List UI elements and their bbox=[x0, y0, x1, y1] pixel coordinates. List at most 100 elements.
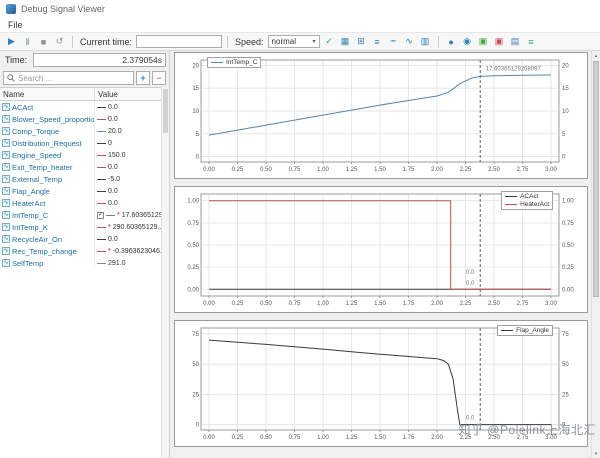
signal-value: 290.60365129... bbox=[112, 223, 161, 231]
tree-row-Blower_Speed_proportion[interactable]: ∿ Blower_Speed_proportion 0.0 bbox=[0, 113, 161, 125]
legend-entry-HeaterAct[interactable]: HeaterAct bbox=[505, 201, 549, 208]
main-area: Time: 2.379054s Search ... + − Name Valu… bbox=[0, 51, 600, 458]
line-style-icon[interactable]: ≡ bbox=[370, 34, 385, 49]
vertical-scrollbar[interactable]: ▴ ▾ bbox=[591, 51, 600, 458]
svg-text:0.50: 0.50 bbox=[260, 301, 272, 307]
speed-select[interactable]: normal ▾ bbox=[267, 35, 320, 48]
svg-text:75: 75 bbox=[192, 332, 199, 338]
signal-value: -5.0 bbox=[108, 175, 121, 183]
legend-entry-IntTemp_C[interactable]: IntTemp_C bbox=[211, 59, 257, 66]
column-header-name[interactable]: Name bbox=[0, 88, 95, 100]
signal-name-cell: ∿ Exit_Temp_heater bbox=[0, 161, 95, 173]
svg-text:0.75: 0.75 bbox=[289, 435, 301, 441]
signal-name-cell: ∿ Distribution_Request bbox=[0, 137, 95, 149]
signal-value: 0.0 bbox=[108, 103, 118, 111]
signal-name-label: Distribution_Request bbox=[12, 138, 82, 148]
pause-icon[interactable]: ‖ bbox=[20, 34, 35, 49]
svg-text:0.0: 0.0 bbox=[466, 270, 475, 276]
modified-star: * bbox=[108, 247, 111, 255]
speed-value: normal bbox=[271, 37, 296, 46]
chart-panel-inttemp: 0.00 0.25 0.50 0.75 1.00 1.25 1.50 1.75 2.00 2.25… bbox=[174, 52, 588, 179]
table-view-icon[interactable]: ▤ bbox=[508, 34, 523, 49]
charts-area: 0.00 0.25 0.50 0.75 1.00 1.25 1.50 1.75 2.00 2.25… bbox=[174, 52, 588, 454]
current-time-input[interactable] bbox=[136, 35, 223, 48]
tree-row-Engine_Speed[interactable]: ∿ Engine_Speed 150.0 bbox=[0, 149, 161, 161]
svg-text:2.00: 2.00 bbox=[431, 167, 443, 173]
dashed-style-icon[interactable]: ┉ bbox=[386, 34, 401, 49]
signal-checkbox[interactable]: ✓ bbox=[97, 211, 104, 219]
wave-style-icon[interactable]: ∿ bbox=[402, 34, 417, 49]
legend-toggle-icon[interactable]: ≡ bbox=[524, 34, 539, 49]
signal-panel: Time: 2.379054s Search ... + − Name Valu… bbox=[0, 51, 170, 458]
tile-view-icon[interactable]: ⊞ bbox=[354, 34, 369, 49]
playback-controls: ▶ ‖ ■ ↺ bbox=[4, 34, 67, 49]
tree-row-IntTemp_K[interactable]: ∿ IntTemp_K * 290.60365129... bbox=[0, 221, 161, 233]
svg-text:0.00: 0.00 bbox=[203, 301, 215, 307]
tree-row-Comp_Torque[interactable]: ∿ Comp_Torque 20.0 bbox=[0, 125, 161, 137]
tree-row-Flap_Angle[interactable]: ∿ Flap_Angle 0.0 bbox=[0, 185, 161, 197]
signal-name-cell: ∿ Comp_Torque bbox=[0, 125, 95, 137]
export-report-icon[interactable]: ▣ bbox=[492, 34, 507, 49]
record-icon[interactable]: ● bbox=[444, 34, 459, 49]
signal-value-cell: 20.0 bbox=[95, 128, 161, 135]
grid-view-icon[interactable]: ▦ bbox=[338, 34, 353, 49]
svg-text:1.25: 1.25 bbox=[346, 435, 358, 441]
column-header-value[interactable]: Value bbox=[95, 88, 161, 100]
tree-scrollbar[interactable] bbox=[161, 87, 169, 458]
svg-text:0.25: 0.25 bbox=[232, 167, 244, 173]
signal-value-cell: 150.0 bbox=[95, 152, 161, 159]
tree-row-External_Temp[interactable]: ∿ External_Temp -5.0 bbox=[0, 173, 161, 185]
chart-plot-inttemp[interactable]: 0.00 0.25 0.50 0.75 1.00 1.25 1.50 1.75 2.00 2.25… bbox=[175, 53, 587, 178]
tree-row-SelfTemp[interactable]: ∿ SelfTemp 291.0 bbox=[0, 257, 161, 269]
restart-icon[interactable]: ↺ bbox=[52, 34, 67, 49]
app-icon bbox=[6, 4, 16, 14]
signal-color-sample bbox=[97, 142, 106, 144]
tree-row-IntTemp_C[interactable]: ∿IntTemp_C✓*17.60365129... bbox=[0, 209, 161, 221]
search-placeholder: Search ... bbox=[18, 73, 53, 83]
tree-scrollbar-thumb[interactable] bbox=[163, 89, 168, 133]
svg-text:0.25: 0.25 bbox=[232, 301, 244, 307]
tree-row-RecycleAir_On[interactable]: ∿ RecycleAir_On 0.0 bbox=[0, 233, 161, 245]
svg-text:5: 5 bbox=[562, 132, 566, 138]
tree-row-Distribution_Request[interactable]: ∿ Distribution_Request 0 bbox=[0, 137, 161, 149]
play-icon[interactable]: ▶ bbox=[4, 34, 19, 49]
tree-row-Rec_Temp_change[interactable]: ∿ Rec_Temp_change * -0.3963623046... bbox=[0, 245, 161, 257]
chart-legend: IntTemp_C bbox=[207, 57, 262, 68]
svg-text:0: 0 bbox=[562, 155, 566, 161]
signal-name-label: HeaterAct bbox=[12, 198, 46, 208]
svg-text:0.75: 0.75 bbox=[187, 221, 199, 227]
svg-text:0.00: 0.00 bbox=[187, 287, 199, 293]
export-image-icon[interactable]: ▣ bbox=[476, 34, 491, 49]
svg-text:2.50: 2.50 bbox=[488, 167, 500, 173]
tree-header: Name Value bbox=[0, 87, 161, 101]
search-input[interactable]: Search ... bbox=[3, 71, 134, 85]
signal-color-sample bbox=[97, 262, 106, 264]
tree-row-Exit_Temp_heater[interactable]: ∿ Exit_Temp_heater 0.0 bbox=[0, 161, 161, 173]
signal-name-cell: ∿ External_Temp bbox=[0, 173, 95, 185]
apply-speed-icon[interactable]: ✓ bbox=[322, 34, 337, 49]
svg-text:1.00: 1.00 bbox=[187, 199, 199, 205]
signal-color-sample bbox=[97, 154, 106, 156]
remove-signal-button[interactable]: − bbox=[152, 71, 166, 85]
time-value-field[interactable]: 2.379054s bbox=[33, 53, 166, 67]
signal-name-label: IntTemp_C bbox=[12, 210, 49, 220]
scrollbar-thumb[interactable] bbox=[593, 61, 599, 298]
stop-icon[interactable]: ■ bbox=[36, 34, 51, 49]
svg-text:1.00: 1.00 bbox=[317, 301, 329, 307]
signal-name-label: Exit_Temp_heater bbox=[12, 162, 73, 172]
scroll-down-icon[interactable]: ▾ bbox=[592, 449, 600, 458]
add-signal-button[interactable]: + bbox=[136, 71, 150, 85]
tree-row-ACAct[interactable]: ∿ ACAct 0.0 bbox=[0, 101, 161, 113]
tree-row-HeaterAct[interactable]: ∿ HeaterAct 0.0 bbox=[0, 197, 161, 209]
menu-file[interactable]: File bbox=[0, 20, 31, 30]
bar-style-icon[interactable]: ▥ bbox=[418, 34, 433, 49]
legend-color-sample bbox=[211, 62, 223, 63]
signal-value: 17.60365129... bbox=[121, 211, 161, 219]
signal-color-sample bbox=[97, 178, 106, 180]
legend-entry-ACAct[interactable]: ACAct bbox=[505, 193, 549, 200]
signal-value: 20.0 bbox=[108, 127, 122, 135]
marker-icon[interactable]: ◉ bbox=[460, 34, 475, 49]
legend-entry-Flap_Angle[interactable]: Flap_Angle bbox=[501, 327, 549, 334]
signal-tree: ∿ ACAct 0.0 ∿ Blower_Speed_proportion 0.0 ∿ Com… bbox=[0, 101, 161, 458]
scroll-up-icon[interactable]: ▴ bbox=[592, 51, 600, 60]
